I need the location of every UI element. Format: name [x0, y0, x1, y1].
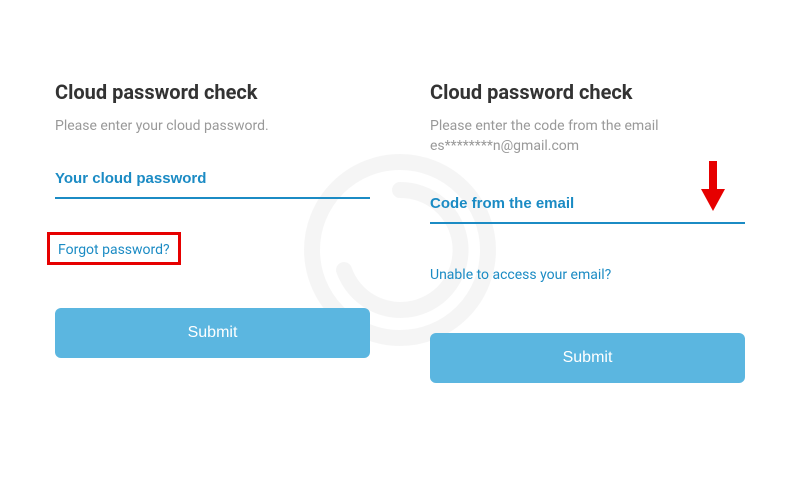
- email-code-input[interactable]: [430, 189, 745, 224]
- submit-button[interactable]: Submit: [55, 308, 370, 358]
- code-input-wrap: [430, 189, 745, 224]
- password-panel: Cloud password check Please enter your c…: [55, 80, 370, 383]
- page-subtitle: Please enter your cloud password.: [55, 116, 370, 136]
- page-subtitle: Please enter the code from the email es*…: [430, 116, 745, 157]
- page-title: Cloud password check: [430, 80, 745, 104]
- submit-button[interactable]: Submit: [430, 333, 745, 383]
- link-row: Forgot password?: [55, 239, 370, 258]
- link-row: Unable to access your email?: [430, 264, 745, 283]
- cloud-password-input[interactable]: [55, 164, 370, 199]
- page-title: Cloud password check: [55, 80, 370, 104]
- password-input-wrap: [55, 164, 370, 199]
- forgot-password-link[interactable]: Forgot password?: [58, 242, 170, 258]
- code-panel: Cloud password check Please enter the co…: [430, 80, 745, 383]
- unable-access-email-link[interactable]: Unable to access your email?: [430, 267, 611, 283]
- highlight-box: Forgot password?: [47, 232, 181, 265]
